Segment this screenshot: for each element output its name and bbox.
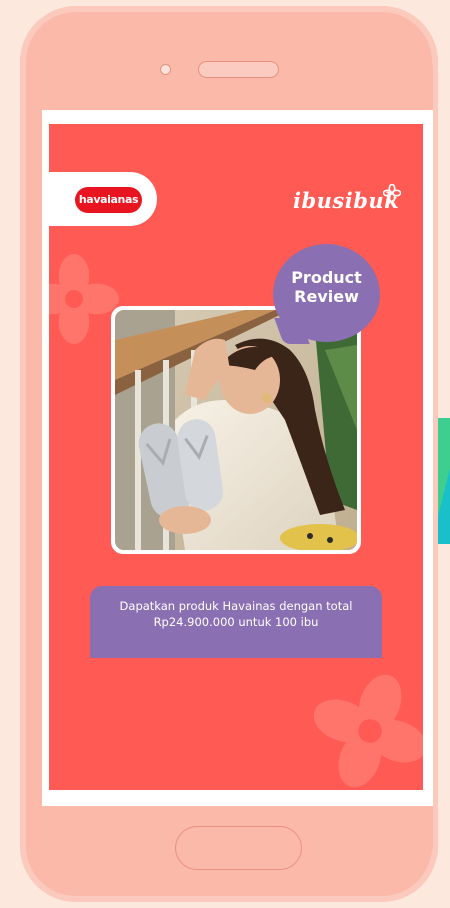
caption-line-2: Rp24.900.000 untuk 100 ibu bbox=[153, 615, 319, 629]
flower-icon bbox=[313, 674, 423, 788]
home-button[interactable] bbox=[175, 826, 302, 870]
speaker-icon bbox=[198, 61, 279, 78]
ibusibuk-flower-icon bbox=[383, 184, 401, 202]
havaianas-logo: havaianas bbox=[75, 187, 142, 213]
caption-box: Dapatkan produk Havainas dengan total Rp… bbox=[90, 586, 382, 658]
product-photo-card bbox=[111, 306, 361, 554]
page: havaianas ibusibuk Product Review Dapatk… bbox=[0, 0, 450, 908]
camera-icon bbox=[160, 64, 171, 75]
promo-screen: havaianas ibusibuk Product Review Dapatk… bbox=[49, 124, 423, 790]
caption-line-1: Dapatkan produk Havainas dengan total bbox=[119, 599, 353, 613]
badge-text: Product Review bbox=[273, 268, 380, 306]
flower-icon bbox=[49, 254, 119, 344]
product-review-badge: Product Review bbox=[273, 244, 380, 344]
badge-line-2: Review bbox=[294, 287, 359, 306]
badge-line-1: Product bbox=[291, 268, 362, 287]
brand-logo-container: havaianas bbox=[49, 172, 157, 226]
product-photo bbox=[115, 310, 357, 550]
